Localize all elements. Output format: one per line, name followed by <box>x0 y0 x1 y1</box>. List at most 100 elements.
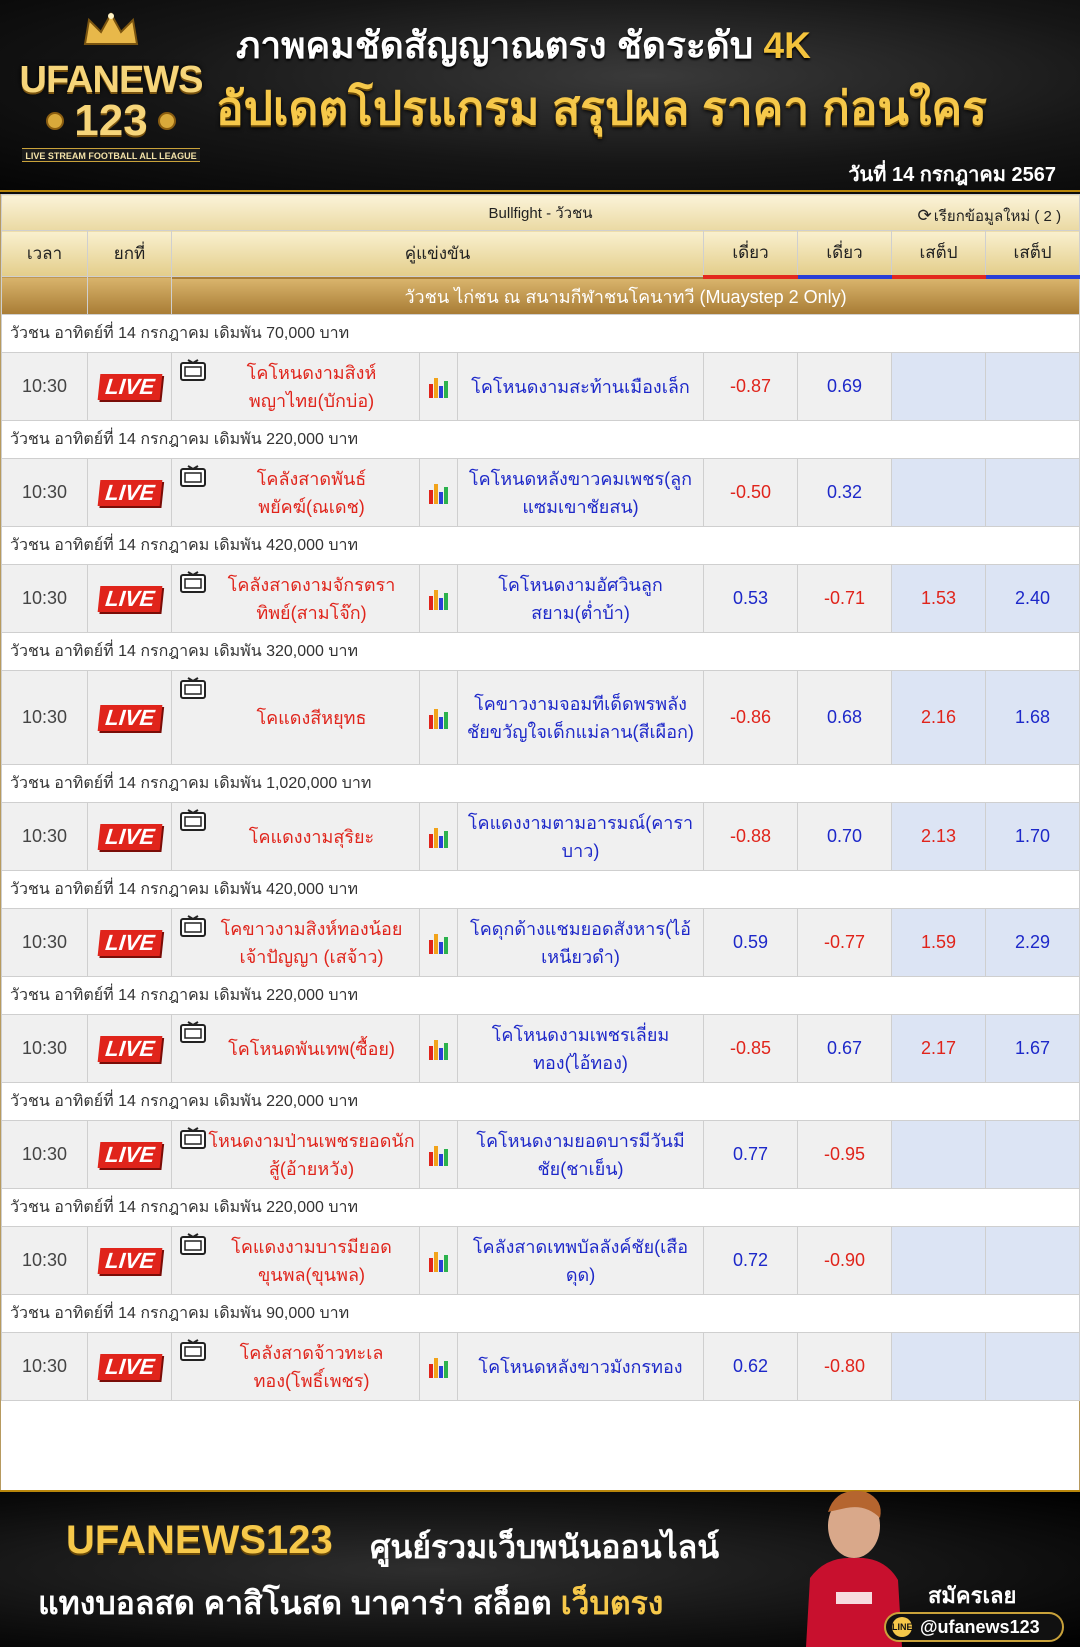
away-team[interactable]: โคแดงงามตามอารมณ์(คาราบาว) <box>457 802 704 871</box>
home-team-cell[interactable]: โคแดงงามสุริยะ <box>171 802 420 871</box>
tv-icon[interactable] <box>180 1339 206 1361</box>
home-team-cell[interactable]: โคโหนดงามสิงห์พญาไทย(บักบ่อ) <box>171 352 420 421</box>
tv-icon[interactable] <box>180 1127 206 1149</box>
odds-step-1[interactable]: 2.16 <box>891 670 986 765</box>
stats-icon[interactable] <box>428 930 450 956</box>
odds-step-1[interactable] <box>891 352 986 421</box>
stats-icon[interactable] <box>428 824 450 850</box>
odds-step-2[interactable] <box>984 458 1080 527</box>
odds-single-1[interactable]: -0.85 <box>703 1014 798 1083</box>
stats-icon[interactable] <box>428 705 450 731</box>
live-button[interactable]: LIVE <box>97 929 162 956</box>
tv-icon[interactable] <box>180 1021 206 1043</box>
live-button[interactable]: LIVE <box>97 1353 162 1380</box>
odds-single-1[interactable]: -0.87 <box>703 352 798 421</box>
live-cell: LIVE <box>87 564 172 633</box>
away-team[interactable]: โคโหนดงามยอดบารมีวันมีชัย(ชาเย็น) <box>457 1120 704 1189</box>
odds-step-2[interactable] <box>984 352 1080 421</box>
away-team[interactable]: โคโหนดหลังขาวมังกรทอง <box>457 1332 704 1401</box>
stats-cell <box>419 1014 458 1083</box>
odds-step-2[interactable]: 2.29 <box>984 908 1080 977</box>
odds-step-1[interactable]: 2.13 <box>891 802 986 871</box>
odds-single-1[interactable]: 0.59 <box>703 908 798 977</box>
ufanews-logo[interactable]: UFANEWS 123 LIVE STREAM FOOTBALL ALL LEA… <box>16 8 206 162</box>
odds-step-1[interactable] <box>891 1120 986 1189</box>
live-button[interactable]: LIVE <box>97 704 162 731</box>
stats-icon[interactable] <box>428 1142 450 1168</box>
stats-icon[interactable] <box>428 480 450 506</box>
live-button[interactable]: LIVE <box>97 373 162 400</box>
odds-single-2[interactable]: -0.80 <box>797 1332 892 1401</box>
match-time: 10:30 <box>1 1226 88 1295</box>
odds-single-2[interactable]: -0.77 <box>797 908 892 977</box>
home-team-cell[interactable]: โคลังสาดงามจักรตราทิพย์(สามโจ๊ก) <box>171 564 420 633</box>
odds-single-2[interactable]: 0.68 <box>797 670 892 765</box>
away-team[interactable]: โคโหนดงามอัศวินลูกสยาม(ต่ำบ้า) <box>457 564 704 633</box>
odds-step-2[interactable]: 2.40 <box>984 564 1080 633</box>
live-button[interactable]: LIVE <box>97 1141 162 1168</box>
odds-step-1[interactable]: 2.17 <box>891 1014 986 1083</box>
odds-single-2[interactable]: 0.67 <box>797 1014 892 1083</box>
odds-single-2[interactable]: -0.95 <box>797 1120 892 1189</box>
odds-single-2[interactable]: 0.70 <box>797 802 892 871</box>
odds-single-2[interactable]: -0.90 <box>797 1226 892 1295</box>
live-button[interactable]: LIVE <box>97 823 162 850</box>
odds-single-2[interactable]: 0.32 <box>797 458 892 527</box>
tv-icon[interactable] <box>180 915 206 937</box>
away-team[interactable]: โคลังสาดเทพบัลลังค์ชัย(เสือดุด) <box>457 1226 704 1295</box>
tv-icon[interactable] <box>180 571 206 593</box>
odds-step-1[interactable] <box>891 1332 986 1401</box>
tv-icon[interactable] <box>180 809 206 831</box>
tv-icon[interactable] <box>180 359 206 381</box>
odds-single-2[interactable]: -0.71 <box>797 564 892 633</box>
live-button[interactable]: LIVE <box>97 479 162 506</box>
odds-single-2[interactable]: 0.69 <box>797 352 892 421</box>
away-team[interactable]: โคโหนดงามสะท้านเมืองเล็ก <box>457 352 704 421</box>
logo-tagline: LIVE STREAM FOOTBALL ALL LEAGUE <box>22 148 200 162</box>
odds-single-1[interactable]: -0.50 <box>703 458 798 527</box>
odds-step-2[interactable]: 1.67 <box>984 1014 1080 1083</box>
odds-step-1[interactable]: 1.53 <box>891 564 986 633</box>
signup-button[interactable]: สมัครเลย <box>928 1578 1016 1613</box>
refresh-button[interactable]: ⟳ เรียกข้อมูลใหม่ ( 2 ) <box>917 204 1061 228</box>
tv-icon[interactable] <box>180 1233 206 1255</box>
odds-single-1[interactable]: 0.72 <box>703 1226 798 1295</box>
odds-step-2[interactable] <box>984 1332 1080 1401</box>
home-team-cell[interactable]: โคขาวงามสิงห์ทองน้อยเจ้าปัญญา (เสจ้าว) <box>171 908 420 977</box>
stats-icon[interactable] <box>428 374 450 400</box>
odds-single-1[interactable]: 0.53 <box>703 564 798 633</box>
odds-single-1[interactable]: -0.88 <box>703 802 798 871</box>
tv-icon[interactable] <box>180 677 206 699</box>
home-team-cell[interactable]: โคแดงงามบารมียอดขุนพล(ขุนพล) <box>171 1226 420 1295</box>
away-team[interactable]: โคขาวงามจอมทีเด็ดพรพลังชัยขวัญใจเด็กแม่ล… <box>457 670 704 765</box>
odds-step-2[interactable]: 1.70 <box>984 802 1080 871</box>
odds-single-1[interactable]: -0.86 <box>703 670 798 765</box>
line-contact-button[interactable]: LINE @ufanews123 <box>884 1612 1064 1642</box>
home-team-cell[interactable]: โคลังสาดจ้าวทะเลทอง(โพธิ์เพชร) <box>171 1332 420 1401</box>
odds-step-2[interactable] <box>984 1120 1080 1189</box>
home-team-cell[interactable]: โคแดงสีหยุทธ <box>171 670 420 765</box>
odds-step-1[interactable]: 1.59 <box>891 908 986 977</box>
stats-icon[interactable] <box>428 1354 450 1380</box>
live-button[interactable]: LIVE <box>97 1247 162 1274</box>
live-button[interactable]: LIVE <box>97 1035 162 1062</box>
tv-icon[interactable] <box>180 465 206 487</box>
odds-step-1[interactable] <box>891 1226 986 1295</box>
home-team-cell[interactable]: โหนดงามป่านเพชรยอดนักสู้(อ้ายหวัง) <box>171 1120 420 1189</box>
away-team[interactable]: โคดุกด้างแชมยอดสังหาร(ไอ้เหนียวดำ) <box>457 908 704 977</box>
col-header-round: ยกที่ <box>87 230 172 277</box>
col-header-single-1: เดี่ยว <box>703 230 798 279</box>
odds-step-1[interactable] <box>891 458 986 527</box>
stats-icon[interactable] <box>428 586 450 612</box>
home-team-cell[interactable]: โคลังสาดพันธ์พยัคฆ์(ณเดช) <box>171 458 420 527</box>
odds-step-2[interactable] <box>984 1226 1080 1295</box>
odds-step-2[interactable]: 1.68 <box>984 670 1080 765</box>
odds-single-1[interactable]: 0.62 <box>703 1332 798 1401</box>
stats-icon[interactable] <box>428 1248 450 1274</box>
odds-single-1[interactable]: 0.77 <box>703 1120 798 1189</box>
away-team[interactable]: โคโหนดงามเพชรเลี่ยมทอง(ไอ้ทอง) <box>457 1014 704 1083</box>
live-button[interactable]: LIVE <box>97 585 162 612</box>
away-team[interactable]: โคโหนดหลังขาวคมเพชร(ลูกแซมเขาชัยสน) <box>457 458 704 527</box>
home-team-cell[interactable]: โคโหนดพันเทพ(ซื้อย) <box>171 1014 420 1083</box>
stats-icon[interactable] <box>428 1036 450 1062</box>
